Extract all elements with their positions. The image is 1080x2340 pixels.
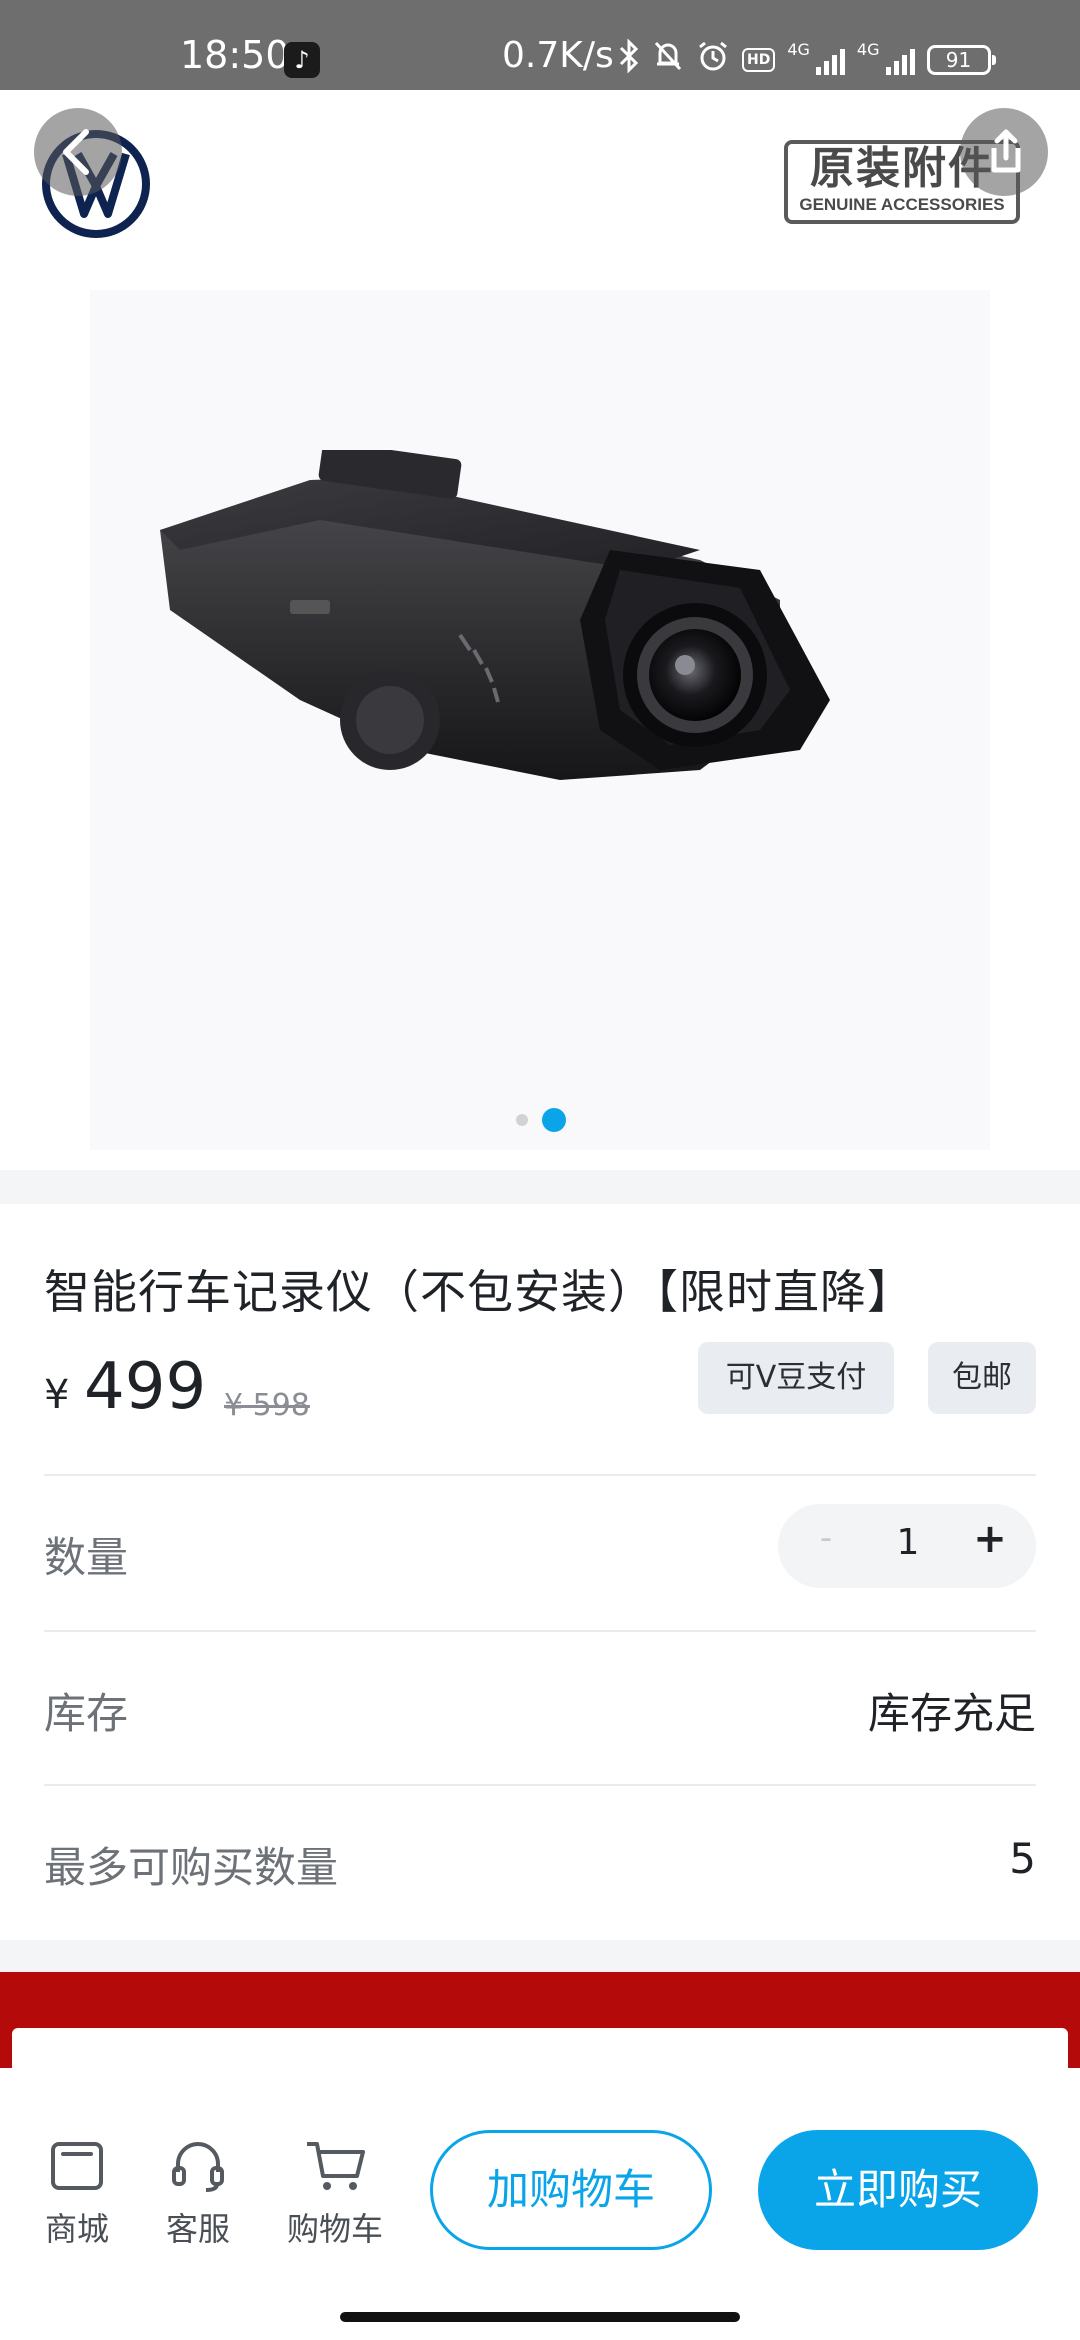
status-bar: 18:50 ♪ 0.7K/s HD 4G 4G 91 <box>0 0 1080 90</box>
product-detail-page: 18:50 ♪ 0.7K/s HD 4G 4G 91 原装附件 GENUINE … <box>0 0 1080 2340</box>
stock-value: 库存充足 <box>867 1689 1036 1738</box>
cart-icon <box>307 2142 365 2190</box>
back-icon <box>63 129 89 175</box>
headset-icon <box>172 2142 224 2192</box>
nav-shop-label: 商城 <box>44 2210 109 2248</box>
battery-icon: 91 <box>926 45 996 75</box>
pagination-dot[interactable] <box>516 1114 528 1126</box>
mute-bell-icon <box>652 39 684 81</box>
v-bean-payment-tag: 可V豆支付 <box>698 1342 894 1414</box>
quantity-value[interactable]: 1 <box>878 1522 938 1563</box>
free-shipping-tag: 包邮 <box>928 1342 1036 1414</box>
max-purchase-value: 5 <box>1009 1834 1036 1883</box>
nav-service[interactable]: 客服 <box>143 2138 253 2250</box>
signal-icon <box>815 45 845 75</box>
product-title: 智能行车记录仪（不包安装）【限时直降】 <box>44 1265 914 1319</box>
quantity-stepper[interactable]: - 1 + <box>778 1504 1036 1588</box>
stock-label: 库存 <box>44 1689 129 1738</box>
product-info-card: 智能行车记录仪（不包安装）【限时直降】 ¥ 499 ¥ 598 可V豆支付 包邮… <box>0 1204 1080 1940</box>
net-type-2: 4G <box>856 40 880 59</box>
max-purchase-row: 最多可购买数量 5 <box>44 1784 1036 1938</box>
status-icons: HD 4G 4G 91 <box>618 38 996 81</box>
nav-cart[interactable]: 购物车 <box>280 2138 390 2250</box>
increase-button[interactable]: + <box>970 1516 1010 1562</box>
bluetooth-icon <box>618 38 640 81</box>
genuine-badge-en: GENUINE ACCESSORIES <box>799 195 1005 214</box>
quantity-label: 数量 <box>44 1533 129 1582</box>
currency-symbol: ¥ <box>44 1372 70 1418</box>
max-purchase-label: 最多可购买数量 <box>44 1843 339 1892</box>
signal-icon <box>885 45 915 75</box>
network-speed: 0.7K/s <box>502 35 614 76</box>
alarm-icon <box>696 39 730 81</box>
net-type-1: 4G <box>787 40 810 59</box>
status-time: 18:50 <box>180 33 290 77</box>
gallery-pagination <box>0 1104 1080 1134</box>
shop-bag-icon <box>51 2142 103 2190</box>
pagination-dot-active[interactable] <box>542 1108 566 1132</box>
share-button[interactable] <box>960 108 1048 196</box>
current-price: 499 <box>84 1350 207 1424</box>
bottom-action-bar: 商城 客服 购物车 加购物车 立即购买 <box>0 2068 1080 2340</box>
buy-now-button[interactable]: 立即购买 <box>758 2130 1038 2250</box>
hd-badge: HD <box>742 48 776 72</box>
dash-cam-image <box>160 450 830 780</box>
home-indicator[interactable] <box>340 2312 740 2322</box>
product-gallery[interactable]: 原装附件 GENUINE ACCESSORIES <box>0 90 1080 1170</box>
original-price: ¥ 598 <box>224 1388 310 1423</box>
add-to-cart-button[interactable]: 加购物车 <box>430 2130 712 2250</box>
quantity-row: 数量 - 1 + <box>44 1474 1036 1628</box>
nav-cart-label: 购物车 <box>286 2210 383 2248</box>
share-icon <box>991 129 1021 173</box>
stock-row: 库存 库存充足 <box>44 1630 1036 1784</box>
back-button[interactable] <box>34 108 122 196</box>
tiktok-icon: ♪ <box>284 42 320 78</box>
nav-service-label: 客服 <box>165 2210 230 2248</box>
nav-shop[interactable]: 商城 <box>22 2138 132 2250</box>
decrease-button[interactable]: - <box>806 1518 846 1558</box>
